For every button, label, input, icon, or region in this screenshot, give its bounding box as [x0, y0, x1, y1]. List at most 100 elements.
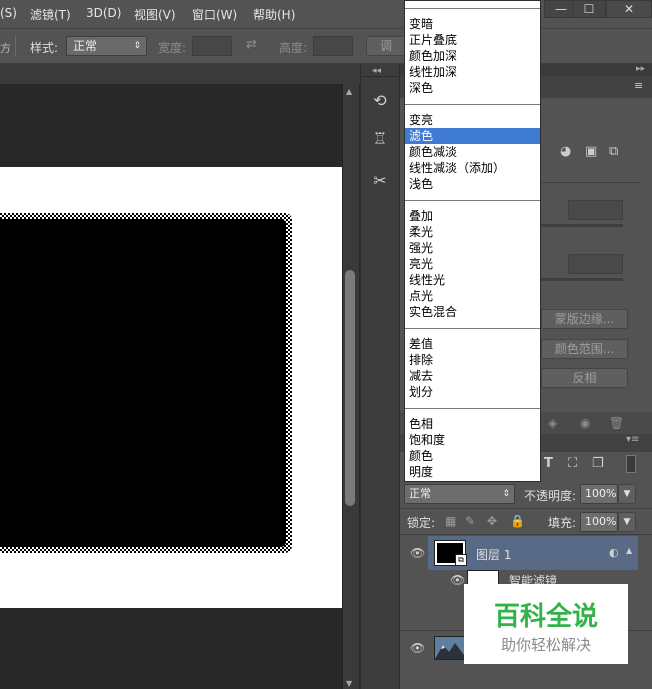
history-icon[interactable]: ⟲ [366, 88, 394, 114]
swap-icon[interactable]: ⇄ [246, 37, 257, 52]
mask-edge-button[interactable]: 蒙版边缘... [541, 309, 628, 329]
blend-option[interactable]: 浅色 [405, 176, 540, 192]
visibility-eye-icon[interactable]: 👁 [410, 546, 425, 560]
width-field[interactable] [192, 36, 232, 56]
menu-view[interactable]: 视图(V) [134, 6, 176, 23]
blend-option[interactable]: 柔光 [405, 224, 540, 240]
layers-list-top-border [400, 534, 652, 535]
options-divider [15, 36, 16, 56]
menu-window[interactable]: 窗口(W) [192, 6, 237, 23]
background-eye-icon[interactable]: 👁 [410, 641, 425, 655]
list-separator [405, 328, 540, 329]
expand-layer-icon[interactable]: ▲ [626, 546, 632, 555]
list-separator [405, 8, 540, 9]
menu-select[interactable]: (S) [0, 6, 17, 20]
blend-option[interactable]: 差值 [405, 336, 540, 352]
density-slider-track[interactable] [541, 224, 623, 227]
blend-option[interactable]: 线性加深 [405, 64, 540, 80]
layer-name[interactable]: 图层 1 [476, 546, 511, 563]
vertical-scroll-thumb[interactable] [345, 270, 355, 506]
blend-option[interactable]: 饱和度 [405, 432, 540, 448]
blend-option[interactable]: 亮光 [405, 256, 540, 272]
blend-option[interactable]: 叠加 [405, 208, 540, 224]
blend-option-selected[interactable]: 滤色 [405, 128, 540, 144]
collapsed-panel-strip [360, 64, 400, 689]
scroll-up-icon[interactable]: ▲ [346, 87, 352, 96]
watermark-subtitle: 助你轻松解决 [500, 636, 591, 654]
menu-help[interactable]: 帮助(H) [253, 6, 295, 23]
blend-option[interactable]: 点光 [405, 288, 540, 304]
menu-filter[interactable]: 滤镜(T) [30, 6, 71, 23]
blend-option[interactable]: 深色 [405, 80, 540, 96]
blend-mode-value: 正常 [409, 487, 431, 500]
blend-option[interactable]: 颜色加深 [405, 48, 540, 64]
stamp-icon[interactable]: ♖ [366, 126, 394, 152]
blend-option[interactable]: 实色混合 [405, 304, 540, 320]
lock-all-icon[interactable]: 🔒 [510, 514, 525, 528]
blend-option[interactable]: 强光 [405, 240, 540, 256]
list-separator [405, 408, 540, 409]
layers-divider [400, 508, 652, 509]
lock-image-icon[interactable]: ✎ [465, 514, 475, 528]
height-field[interactable] [313, 36, 353, 56]
smart-filter-eye-icon[interactable]: 👁 [450, 573, 465, 587]
smart-object-badge-icon: ⧉ [455, 554, 467, 566]
background-thumbnail [434, 636, 468, 660]
blend-option[interactable]: 划分 [405, 384, 540, 400]
trash-icon[interactable]: 🗑 [609, 416, 624, 430]
scroll-down-icon[interactable]: ▼ [346, 679, 352, 688]
type-filter-icon[interactable]: T [544, 456, 553, 471]
width-label: 宽度: [158, 41, 187, 55]
fill-label: 填充: [548, 516, 577, 530]
blend-mode-select[interactable]: 正常 ⇕ [404, 484, 515, 504]
blend-option[interactable]: 线性光 [405, 272, 540, 288]
opacity-dropdown-icon[interactable]: ▼ [618, 484, 636, 504]
blend-option[interactable]: 变亮 [405, 112, 540, 128]
style-select-value: 正常 [73, 39, 98, 53]
lock-position-icon[interactable]: ✥ [487, 514, 497, 528]
pixel-mask-icon[interactable]: ▣ [585, 144, 597, 159]
density-field[interactable] [568, 200, 623, 220]
collapse-left-icon[interactable]: ◂◂ [372, 66, 381, 76]
blend-option[interactable]: 变暗 [405, 16, 540, 32]
lock-transparent-icon[interactable]: ▦ [445, 514, 456, 528]
height-label: 高度: [279, 41, 308, 55]
close-button[interactable]: ✕ [606, 0, 652, 18]
smart-object-filter-icon[interactable]: ❐ [592, 456, 604, 471]
feather-field[interactable] [568, 254, 623, 274]
blend-option[interactable]: 颜色减淡 [405, 144, 540, 160]
fill-dropdown-icon[interactable]: ▼ [618, 512, 636, 532]
blend-option[interactable]: 线性减淡（添加） [405, 160, 540, 176]
blend-option[interactable]: 明度 [405, 464, 540, 480]
style-label: 样式: [30, 41, 59, 55]
menu-3d[interactable]: 3D(D) [86, 6, 121, 20]
load-selection-icon[interactable]: ◈ [548, 416, 557, 430]
fill-field[interactable]: 100% [580, 512, 618, 532]
shape-filter-icon[interactable]: ⛶ [568, 456, 577, 471]
black-rectangle-shape [0, 213, 292, 553]
options-overflow-icon: 方 [0, 42, 11, 55]
apply-mask-icon[interactable]: ◉ [580, 416, 590, 430]
list-separator [405, 200, 540, 201]
invert-button[interactable]: 反相 [541, 368, 628, 388]
feather-slider-track[interactable] [541, 278, 623, 281]
panel-menu-icon[interactable]: ≡ [634, 79, 643, 92]
blend-option[interactable]: 排除 [405, 352, 540, 368]
refine-edge-button[interactable]: 调 [366, 36, 406, 56]
blend-option[interactable]: 正片叠底 [405, 32, 540, 48]
select-mask-icon[interactable]: ◕ [560, 144, 571, 159]
blend-option[interactable]: 色相 [405, 416, 540, 432]
blend-option[interactable]: 减去 [405, 368, 540, 384]
layers-panel-menu-icon[interactable]: ▾≡ [626, 434, 639, 445]
strip-divider [362, 76, 398, 77]
color-range-button[interactable]: 颜色范围... [541, 339, 628, 359]
vector-mask-icon[interactable]: ⧉ [609, 144, 618, 159]
opacity-label: 不透明度: [524, 489, 577, 503]
tool-presets-icon[interactable]: ✂ [366, 168, 394, 194]
style-select[interactable]: 正常 ⇕ [66, 36, 147, 56]
maximize-button[interactable]: ☐ [572, 0, 606, 18]
blend-option[interactable]: 颜色 [405, 448, 540, 464]
opacity-field[interactable]: 100% [580, 484, 618, 504]
filter-toggle-icon[interactable] [626, 455, 636, 473]
collapse-right-icon[interactable]: ▸▸ [636, 64, 645, 74]
